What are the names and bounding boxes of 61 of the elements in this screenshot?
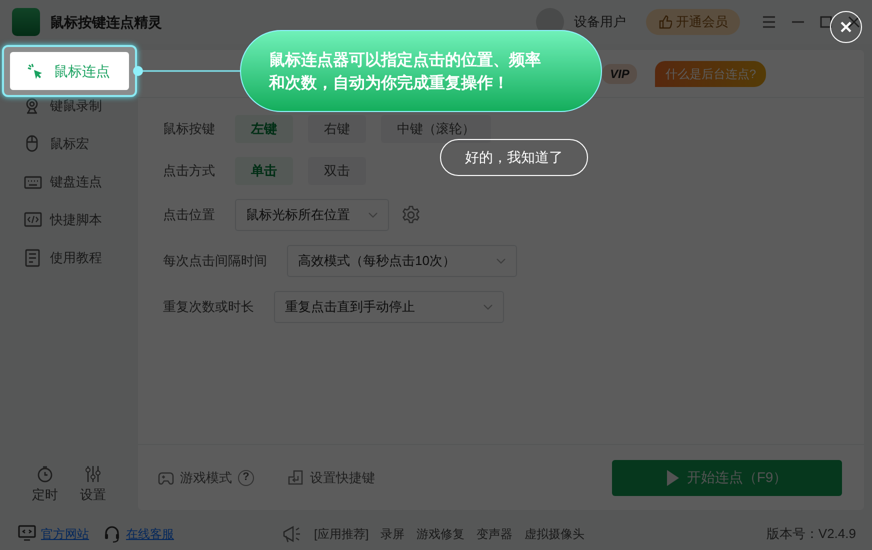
dropdown[interactable]: 鼠标光标所在位置 bbox=[235, 199, 389, 231]
sidebar-item[interactable]: 快捷脚本 bbox=[0, 201, 138, 239]
hotkey-settings-link[interactable]: 设置快捷键 bbox=[310, 468, 375, 488]
dropdown[interactable]: 重复点击直到手动停止 bbox=[274, 291, 504, 323]
user-name: 设备用户 bbox=[574, 13, 626, 32]
vip-badge: VIP bbox=[602, 64, 638, 84]
tooltip-bubble: 鼠标连点器可以指定点击的位置、频率和次数，自动为你完成重复操作！ bbox=[240, 30, 602, 112]
sidebar-item[interactable]: 键盘连点 bbox=[0, 163, 138, 201]
dropdown[interactable]: 高效模式（每秒点击10次） bbox=[287, 245, 517, 277]
app-link[interactable]: 虚拟摄像头 bbox=[524, 525, 585, 543]
sidebar-item[interactable]: 使用教程 bbox=[0, 239, 138, 277]
close-button[interactable] bbox=[830, 11, 862, 43]
menu-icon[interactable] bbox=[762, 15, 776, 29]
play-icon bbox=[666, 470, 679, 486]
footer-link[interactable]: 在线客服 bbox=[126, 525, 174, 543]
option-button[interactable]: 双击 bbox=[308, 157, 366, 185]
version-label: 版本号：V2.4.9 bbox=[766, 525, 856, 544]
close-icon bbox=[840, 21, 852, 33]
app-link[interactable]: 录屏 bbox=[380, 525, 405, 543]
confirm-button[interactable]: 好的，我知道了 bbox=[440, 139, 588, 176]
chevron-down-icon bbox=[483, 304, 493, 310]
sliders-icon bbox=[84, 464, 102, 482]
recommend-label: [应用推荐] bbox=[314, 526, 369, 543]
option-button[interactable]: 右键 bbox=[308, 115, 366, 143]
megaphone-icon bbox=[282, 525, 302, 543]
maximize-icon[interactable] bbox=[820, 16, 832, 28]
sidebar-item[interactable]: 鼠标连点 bbox=[10, 52, 129, 90]
help-icon[interactable]: ? bbox=[238, 470, 254, 486]
chevron-down-icon bbox=[368, 212, 378, 218]
field-label: 鼠标按键 bbox=[163, 120, 215, 138]
start-button[interactable]: 开始连点（F9） bbox=[612, 460, 842, 496]
footer-link[interactable]: 官方网站 bbox=[41, 525, 89, 543]
monitor-icon[interactable] bbox=[18, 525, 36, 543]
field-label: 每次点击间隔时间 bbox=[163, 252, 267, 270]
sidebar-tool[interactable]: 设置 bbox=[80, 464, 106, 504]
field-label: 点击方式 bbox=[163, 162, 215, 180]
sidebar-tool[interactable]: 定时 bbox=[32, 464, 58, 504]
code-icon bbox=[24, 211, 42, 229]
option-button[interactable]: 左键 bbox=[235, 115, 293, 143]
field-label: 重复次数或时长 bbox=[163, 298, 254, 316]
headset-icon[interactable] bbox=[103, 525, 121, 543]
thumbs-up-icon bbox=[658, 15, 672, 29]
game-mode-label[interactable]: 游戏模式 bbox=[180, 468, 232, 488]
enter-key-icon bbox=[288, 470, 304, 486]
field-label: 点击位置 bbox=[163, 206, 215, 224]
sidebar-item[interactable]: 鼠标宏 bbox=[0, 125, 138, 163]
vip-button[interactable]: 开通会员 bbox=[646, 9, 740, 35]
chevron-down-icon bbox=[496, 258, 506, 264]
close-icon[interactable] bbox=[848, 16, 860, 28]
timer-icon bbox=[36, 464, 54, 482]
document-icon bbox=[24, 249, 42, 267]
cursor-click-icon bbox=[26, 62, 44, 80]
option-button[interactable]: 单击 bbox=[235, 157, 293, 185]
gear-icon[interactable] bbox=[401, 205, 421, 225]
window-title: 鼠标按键连点精灵 bbox=[50, 12, 162, 32]
app-link[interactable]: 游戏修复 bbox=[416, 525, 465, 543]
gamepad-icon bbox=[158, 470, 174, 484]
app-link[interactable]: 变声器 bbox=[476, 525, 513, 543]
help-badge[interactable]: 什么是后台连点? bbox=[655, 60, 766, 86]
app-logo bbox=[12, 8, 40, 36]
option-button[interactable]: 中键（滚轮） bbox=[381, 115, 491, 143]
